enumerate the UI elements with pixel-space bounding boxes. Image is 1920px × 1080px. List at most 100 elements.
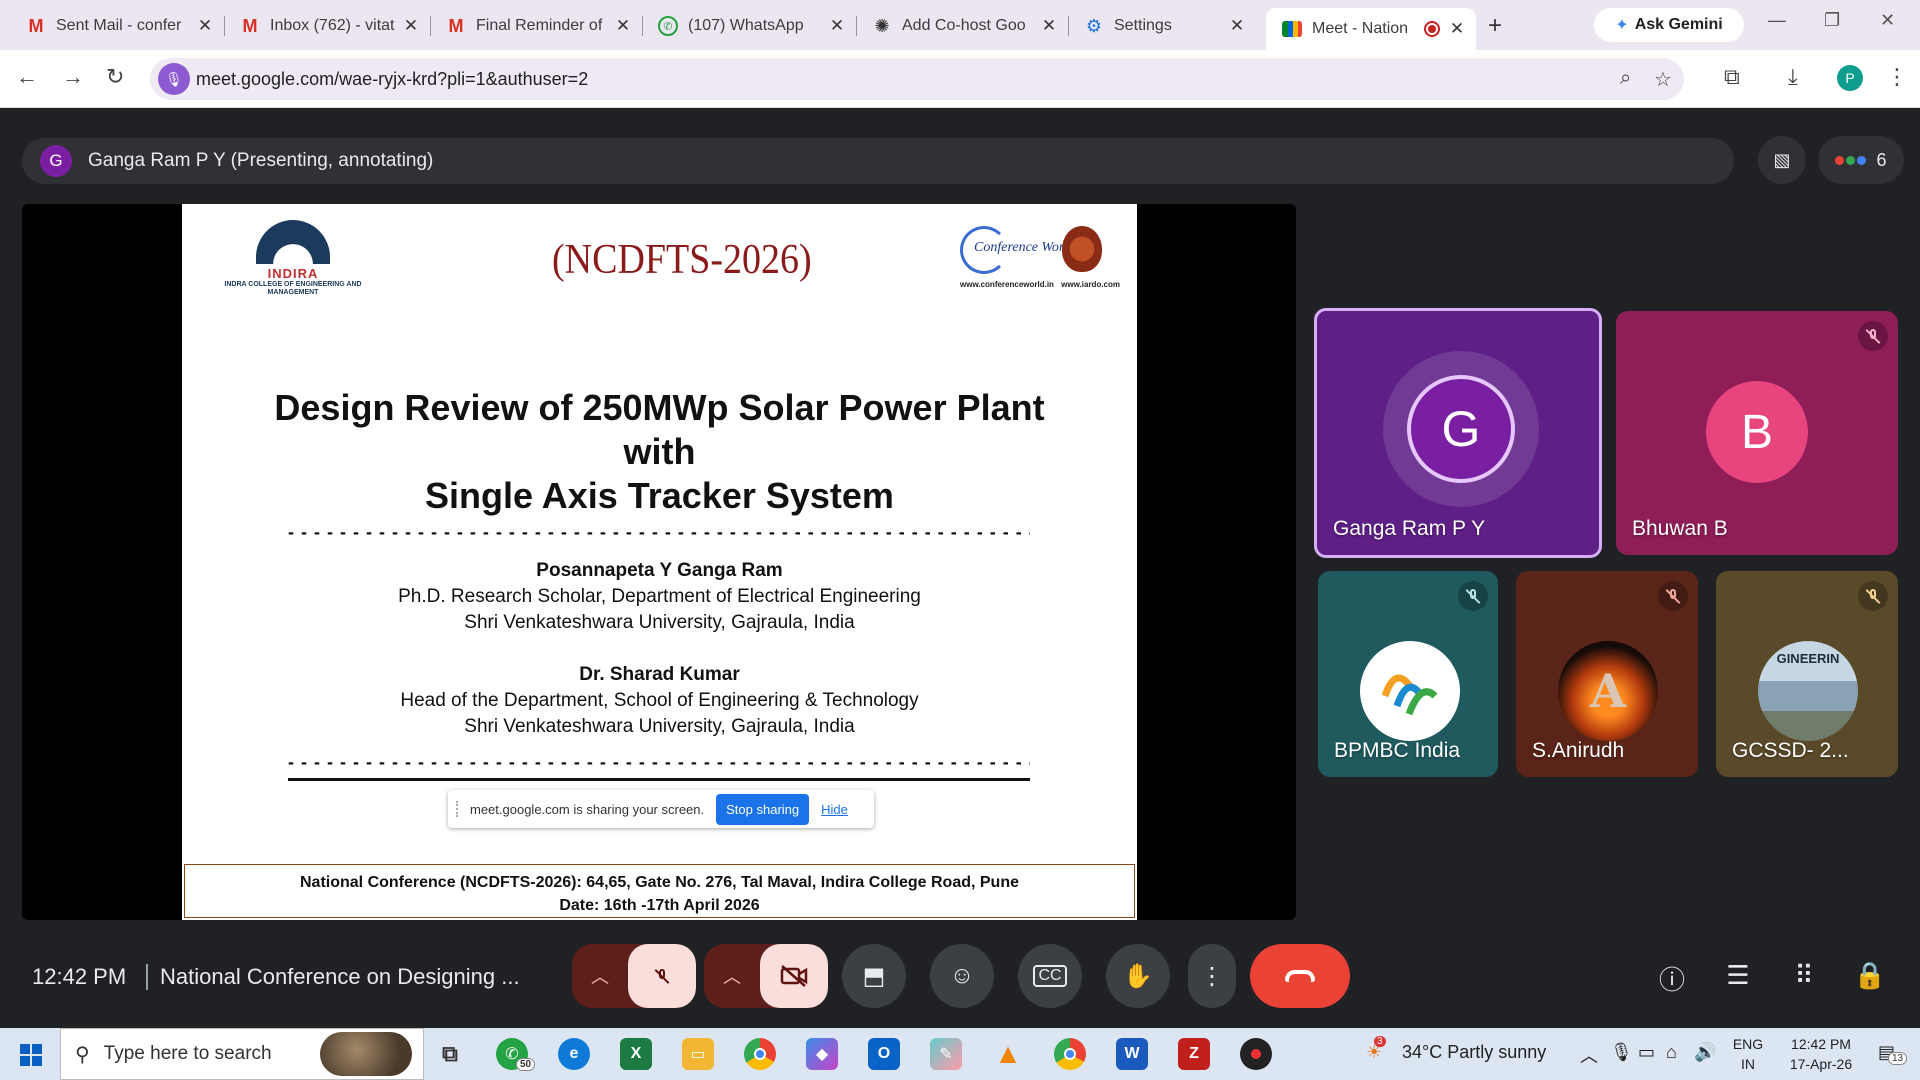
recorder-icon[interactable]	[1240, 1038, 1272, 1070]
close-icon[interactable]: ✕	[196, 16, 214, 36]
mic-toggle-button[interactable]	[628, 944, 696, 1008]
search-highlight-image[interactable]	[320, 1032, 412, 1076]
word-icon[interactable]: W	[1116, 1038, 1148, 1070]
excel-icon[interactable]: X	[620, 1038, 652, 1070]
meeting-details-button[interactable]: ⓘ	[1654, 960, 1690, 997]
vlc-icon[interactable]: ▲	[992, 1038, 1024, 1070]
tab-add-cohost[interactable]: ✺ Add Co-host Goo ✕	[856, 8, 1069, 44]
more-options-button[interactable]: ⋮	[1188, 944, 1236, 1008]
bookmark-star-icon[interactable]: ☆	[1654, 67, 1672, 92]
tab-sent-mail[interactable]: M Sent Mail - confer ✕	[10, 8, 225, 44]
close-icon[interactable]: ✕	[828, 16, 846, 36]
slide-footer: National Conference (NCDFTS-2026): 64,65…	[184, 864, 1135, 918]
m365-icon[interactable]: ◆	[806, 1038, 838, 1070]
language-indicator[interactable]: ENG IN	[1728, 1034, 1768, 1074]
close-icon[interactable]: ✕	[614, 16, 632, 36]
chrome-profile-icon[interactable]	[1054, 1038, 1086, 1070]
tab-final-reminder[interactable]: M Final Reminder of ✕	[430, 8, 643, 44]
presenter-bar: G Ganga Ram P Y (Presenting, annotating)	[22, 138, 1734, 184]
recording-icon	[1424, 21, 1440, 37]
file-explorer-icon[interactable]: ▭	[682, 1038, 714, 1070]
tab-settings[interactable]: ⚙ Settings ✕	[1068, 8, 1256, 44]
reactions-button[interactable]: ☺	[930, 944, 994, 1008]
download-icon[interactable]: ⤓	[1788, 64, 1798, 90]
url-text[interactable]: meet.google.com/wae-ryjx-krd?pli=1&authu…	[196, 69, 588, 90]
show-hidden-icons-chevron[interactable]: ︿	[1580, 1042, 1598, 1068]
host-controls-button[interactable]: 🔒	[1852, 960, 1888, 991]
zoom-icon[interactable]: ⌕	[1620, 67, 1631, 90]
presentation-slide: INDIRA INDRA COLLEGE OF ENGINEERING AND …	[182, 204, 1137, 920]
new-tab-button[interactable]: +	[1488, 12, 1502, 40]
microphone-site-icon[interactable]: 🎙	[158, 63, 190, 95]
minimize-button[interactable]: —	[1768, 10, 1786, 31]
hide-tiles-icon[interactable]: ▧	[1758, 136, 1806, 184]
leave-call-button[interactable]	[1250, 944, 1350, 1008]
tab-whatsapp[interactable]: ✆ (107) WhatsApp ✕	[642, 8, 857, 44]
task-view-icon[interactable]: ⧉	[434, 1038, 466, 1070]
outlook-icon[interactable]: O	[868, 1038, 900, 1070]
hand-icon: ✋	[1123, 962, 1153, 990]
volume-icon[interactable]: 🔊	[1694, 1042, 1716, 1063]
profile-avatar[interactable]: P	[1837, 65, 1863, 91]
extensions-icon[interactable]: ⧉	[1724, 64, 1740, 90]
present-now-button[interactable]: ⬒	[842, 944, 906, 1008]
microphone-tray-icon[interactable]: 🎙	[1610, 1042, 1633, 1063]
captions-button[interactable]: CC	[1018, 944, 1082, 1008]
windows-start-icon[interactable]	[20, 1044, 42, 1066]
restore-button[interactable]: ❐	[1824, 10, 1840, 31]
address-toolbar: ← → ↻ 🎙 meet.google.com/wae-ryjx-krd?pli…	[0, 50, 1920, 108]
close-icon[interactable]: ✕	[1448, 19, 1466, 39]
close-icon[interactable]: ✕	[402, 16, 420, 36]
info-icon: ⓘ	[1658, 965, 1685, 995]
tab-meet[interactable]: Meet - Nation ✕	[1266, 8, 1476, 50]
participant-tile-bpmbc[interactable]: BPMBC India	[1318, 571, 1498, 777]
audio-options-chevron-icon[interactable]: ︿	[572, 944, 628, 1008]
paint-icon[interactable]: ✎	[930, 1038, 962, 1070]
chrome-icon[interactable]	[744, 1038, 776, 1070]
dashed-divider: - - - - - - - - - - - - - - - - - - - - …	[288, 752, 1030, 772]
college-building-avatar: GINEERIN	[1758, 641, 1858, 741]
notifications-icon[interactable]: ▤ 13	[1878, 1042, 1908, 1065]
participant-tile-gcssd[interactable]: GINEERIN GCSSD- 2...	[1716, 571, 1898, 777]
camera-toggle-button[interactable]	[760, 944, 828, 1008]
participants-icon	[1835, 155, 1867, 165]
mic-control: ︿	[572, 944, 696, 1008]
forward-icon[interactable]: →	[62, 64, 84, 90]
presenter-label: Ganga Ram P Y (Presenting, annotating)	[88, 150, 434, 171]
meet-icon	[1282, 21, 1302, 37]
tab-inbox[interactable]: M Inbox (762) - vitat ✕	[224, 8, 431, 44]
system-clock[interactable]: 12:42 PM 17-Apr-26	[1776, 1034, 1866, 1074]
whatsapp-icon[interactable]: ✆ 50	[496, 1038, 536, 1071]
close-icon[interactable]: ✕	[1040, 16, 1058, 36]
camera-control: ︿	[704, 944, 828, 1008]
omnibox[interactable]: 🎙 meet.google.com/wae-ryjx-krd?pli=1&aut…	[150, 58, 1684, 100]
participant-tile-bhuwan[interactable]: B Bhuwan B	[1616, 311, 1898, 555]
close-window-button[interactable]: ✕	[1880, 10, 1895, 31]
slide-title: Design Review of 250MWp Solar Power Plan…	[274, 387, 1045, 516]
video-options-chevron-icon[interactable]: ︿	[704, 944, 760, 1008]
network-icon[interactable]: ⌂	[1666, 1042, 1677, 1063]
drag-handle-icon[interactable]	[456, 801, 466, 817]
close-icon[interactable]: ✕	[1228, 16, 1246, 36]
participant-tile-anirudh[interactable]: A S.Anirudh	[1516, 571, 1698, 777]
stop-sharing-button[interactable]: Stop sharing	[716, 793, 810, 825]
edge-icon[interactable]: e	[558, 1038, 590, 1070]
avatar: G	[1407, 375, 1515, 483]
raise-hand-button[interactable]: ✋	[1106, 944, 1170, 1008]
activities-button[interactable]: ⠿	[1786, 960, 1822, 991]
reload-icon[interactable]: ↻	[106, 64, 124, 90]
weather-text[interactable]: 34°C Partly sunny	[1402, 1042, 1546, 1063]
participant-tile-ganga-ram[interactable]: G Ganga Ram P Y	[1314, 308, 1602, 558]
filezilla-icon[interactable]: Z	[1178, 1038, 1210, 1070]
ask-gemini-button[interactable]: ✦ Ask Gemini	[1594, 8, 1744, 42]
chat-button[interactable]: ☰	[1720, 960, 1756, 991]
gmail-icon: M	[28, 15, 44, 36]
author-block-1: Posannapeta Y Ganga Ram Ph.D. Research S…	[398, 560, 921, 633]
back-icon[interactable]: ←	[16, 64, 38, 90]
menu-kebab-icon[interactable]: ⋮	[1886, 64, 1908, 90]
meeting-title[interactable]: National Conference on Designing ...	[160, 964, 520, 990]
battery-icon[interactable]: ▭	[1638, 1042, 1655, 1063]
hide-link[interactable]: Hide	[821, 802, 848, 817]
weather-icon[interactable]: ☀ 3	[1366, 1036, 1386, 1063]
people-button[interactable]: 6	[1818, 136, 1904, 184]
